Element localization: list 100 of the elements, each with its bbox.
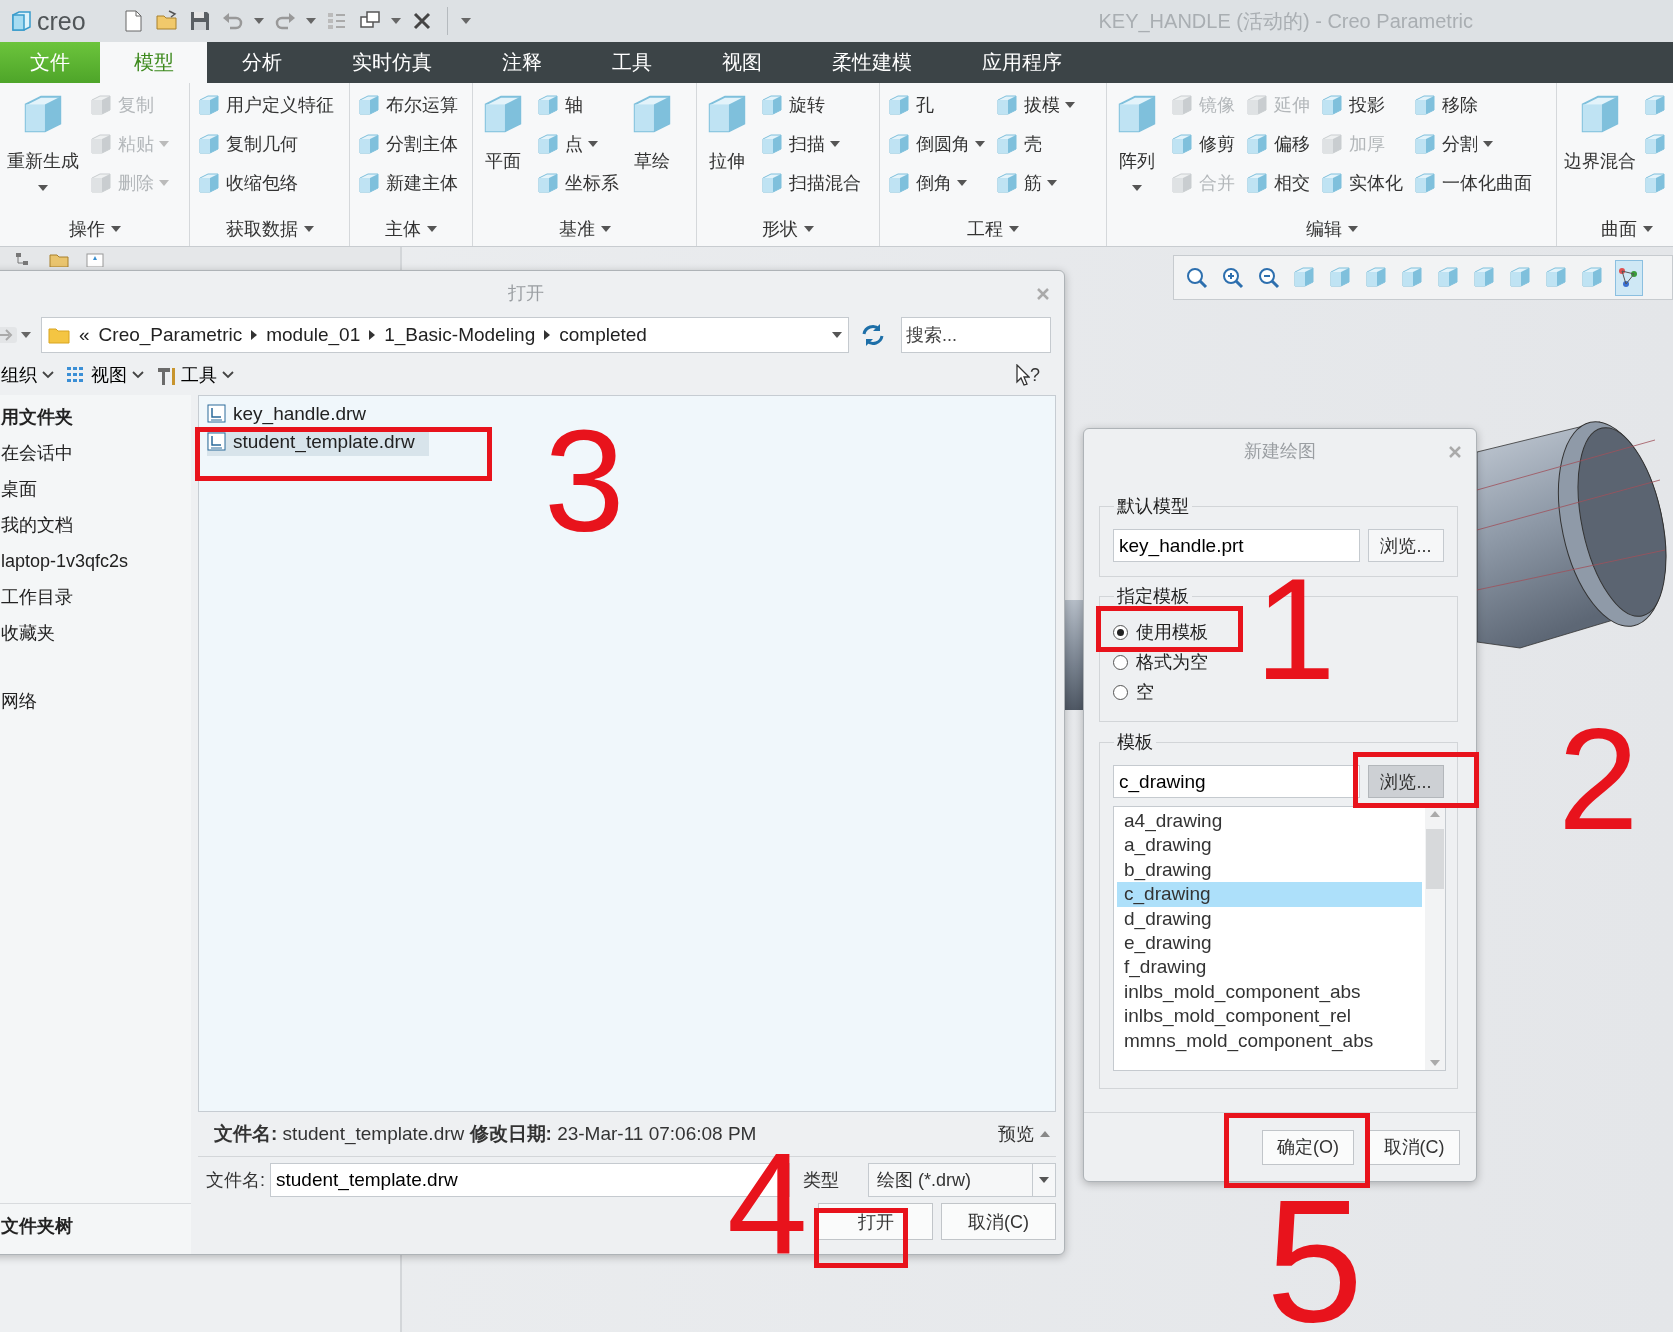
ribbon-button[interactable]: 布尔运算 [354,85,461,124]
step-number: 2 [1558,725,1639,834]
group-menu-button[interactable]: 工程 [961,212,1025,246]
list-item[interactable]: a_drawing [1117,833,1422,858]
ribbon-button[interactable]: 倒圆角 [884,124,988,163]
section-heading[interactable]: 文件夹树 [1,1214,73,1238]
ribbon-button[interactable]: 筋 [992,163,1078,202]
breadcrumb-item[interactable]: Creo_Parametric [98,324,243,346]
ribbon-button[interactable]: 相交 [1242,163,1313,202]
step-number: 5 [1266,1195,1364,1327]
ribbon-button[interactable]: 分割主体 [354,124,461,163]
ribbon-tab[interactable]: 工具 [577,42,687,83]
dropdown-value: 绘图 (*.drw) [876,1169,972,1192]
file-item[interactable]: key_handle.drw [207,400,381,428]
text-field[interactable]: c_drawing [1113,765,1360,798]
ribbon-button[interactable]: 倒角 [884,163,988,202]
list-item[interactable]: inlbs_mold_component_abs [1117,979,1422,1005]
group-menu-button[interactable]: 编辑 [1299,212,1364,246]
breadcrumb-item[interactable]: module_01 [266,324,361,346]
file-details: 文件名: student_template.drw 修改日期: 23-Mar-11 07:06:08 PM [214,1122,757,1147]
places-item[interactable]: laptop-1v3qfc2s [0,543,191,579]
list-item[interactable]: e_drawing [1117,930,1422,956]
ribbon-button[interactable]: 分割 [1410,124,1535,163]
ribbon-button[interactable]: 重新生成 [4,85,82,191]
dialog-title: 打开 [507,282,544,305]
ribbon-button[interactable]: 轴 [533,85,622,124]
ribbon-tab[interactable]: 注释 [467,42,577,83]
list-item[interactable]: inlbs_mold_component_rel [1117,1004,1422,1029]
ribbon-button[interactable]: 阵列 [1111,85,1163,191]
preview-toggle[interactable]: 预览 [992,1121,1056,1147]
file-type-dropdown[interactable]: 绘图 (*.drw) [868,1163,1056,1197]
list-item[interactable]: d_drawing [1117,906,1422,931]
list-item[interactable]: a4_drawing [1117,809,1422,834]
list-item[interactable]: f_drawing [1117,955,1422,980]
ribbon-button[interactable]: 平面 [477,85,529,173]
group-menu-button[interactable]: 主体 [379,212,443,246]
breadcrumb-item[interactable]: 1_Basic-Modeling [384,324,536,346]
ribbon-button[interactable]: 偏移 [1242,124,1313,163]
dialog-button[interactable]: 取消(C) [1368,1129,1460,1165]
address-bar[interactable]: « Creo_Parametric module_01 1_Basic-Modeling completed [41,317,849,353]
group-legend: 模板 [1114,730,1156,754]
group-menu-button[interactable]: 曲面 [1595,212,1659,246]
toolbar-menu-button[interactable]: 视图 [66,363,144,387]
dialog-button[interactable]: 确定(O) [1262,1129,1354,1165]
places-item[interactable]: 收藏夹 [0,615,191,651]
list-item[interactable]: mmns_mold_component_abs [1117,1028,1422,1053]
ribbon-button[interactable]: 旋转 [757,85,864,124]
ribbon-button[interactable]: 扫描混合 [757,163,864,202]
ribbon-button[interactable]: 壳 [992,124,1078,163]
ribbon-button[interactable]: 点 [533,124,622,163]
ribbon-tab[interactable]: 柔性建模 [797,42,947,83]
group-menu-button[interactable]: 基准 [552,212,617,246]
ribbon-button[interactable]: 扫描 [757,124,864,163]
dialog-title: 新建绘图 [1244,440,1316,463]
ribbon-button[interactable]: 孔 [884,85,988,124]
ribbon-tab[interactable]: 视图 [687,42,797,83]
group-menu-button[interactable]: 形状 [756,212,820,246]
ribbon-button[interactable]: 投影 [1317,85,1406,124]
ribbon-tab[interactable]: 模型 [100,42,207,83]
ribbon-button[interactable]: 拔模 [992,85,1078,124]
group-menu-button[interactable]: 获取数据 [219,212,320,246]
step-number: 3 [544,427,625,536]
breadcrumb-item[interactable]: completed [559,324,647,346]
ribbon-button[interactable]: 用户定义特征 [194,85,337,124]
toolbar-menu-button[interactable]: 工具 [156,363,234,387]
list-item[interactable]: b_drawing [1117,857,1422,883]
places-item[interactable]: 网络 [0,683,191,719]
group-legend: 指定模板 [1114,584,1192,608]
section-heading: 用文件夹 [0,406,74,429]
app-logo: creo [37,6,86,36]
ribbon-button[interactable]: 边界混合 [1561,85,1639,173]
ribbon-button[interactable]: 草绘 [626,85,678,173]
text-field[interactable]: key_handle.prt [1113,529,1360,562]
field-label: 文件名: [206,1169,265,1192]
breadcrumb-overflow[interactable]: « [79,324,90,346]
ribbon-button[interactable]: 复制几何 [194,124,337,163]
places-item[interactable]: 在会话中 [0,435,191,471]
ribbon-tab[interactable]: 分析 [207,42,317,83]
places-item[interactable]: 我的文档 [0,507,191,543]
ribbon-button[interactable]: 坐标系 [533,163,622,202]
places-item[interactable]: 桌面 [0,471,191,507]
search-field[interactable]: 搜索... [901,317,1051,353]
help-button[interactable]: ? [1016,364,1040,386]
ribbon-tab[interactable]: 应用程序 [947,42,1097,83]
ribbon-button[interactable]: 新建主体 [354,163,461,202]
ribbon-button[interactable]: 一体化曲面 [1410,163,1535,202]
list-item[interactable]: c_drawing [1117,882,1422,907]
group-menu-button[interactable]: 操作 [62,212,127,246]
ribbon-button[interactable]: 拉伸 [701,85,753,173]
toolbar-menu-button[interactable]: 组织 [1,363,54,387]
group-legend: 默认模型 [1114,494,1192,518]
dialog-button[interactable]: 取消(C) [941,1203,1056,1240]
ribbon-button[interactable]: 实体化 [1317,163,1406,202]
ribbon-button[interactable]: 移除 [1410,85,1535,124]
ribbon-button[interactable]: 修剪 [1167,124,1238,163]
ribbon-button[interactable]: 收缩包络 [194,163,337,202]
places-item[interactable]: 工作目录 [0,579,191,615]
ribbon-tab[interactable]: 实时仿真 [317,42,467,83]
browse-button[interactable]: 浏览... [1368,529,1444,562]
browse-button[interactable]: 浏览... [1368,765,1444,798]
